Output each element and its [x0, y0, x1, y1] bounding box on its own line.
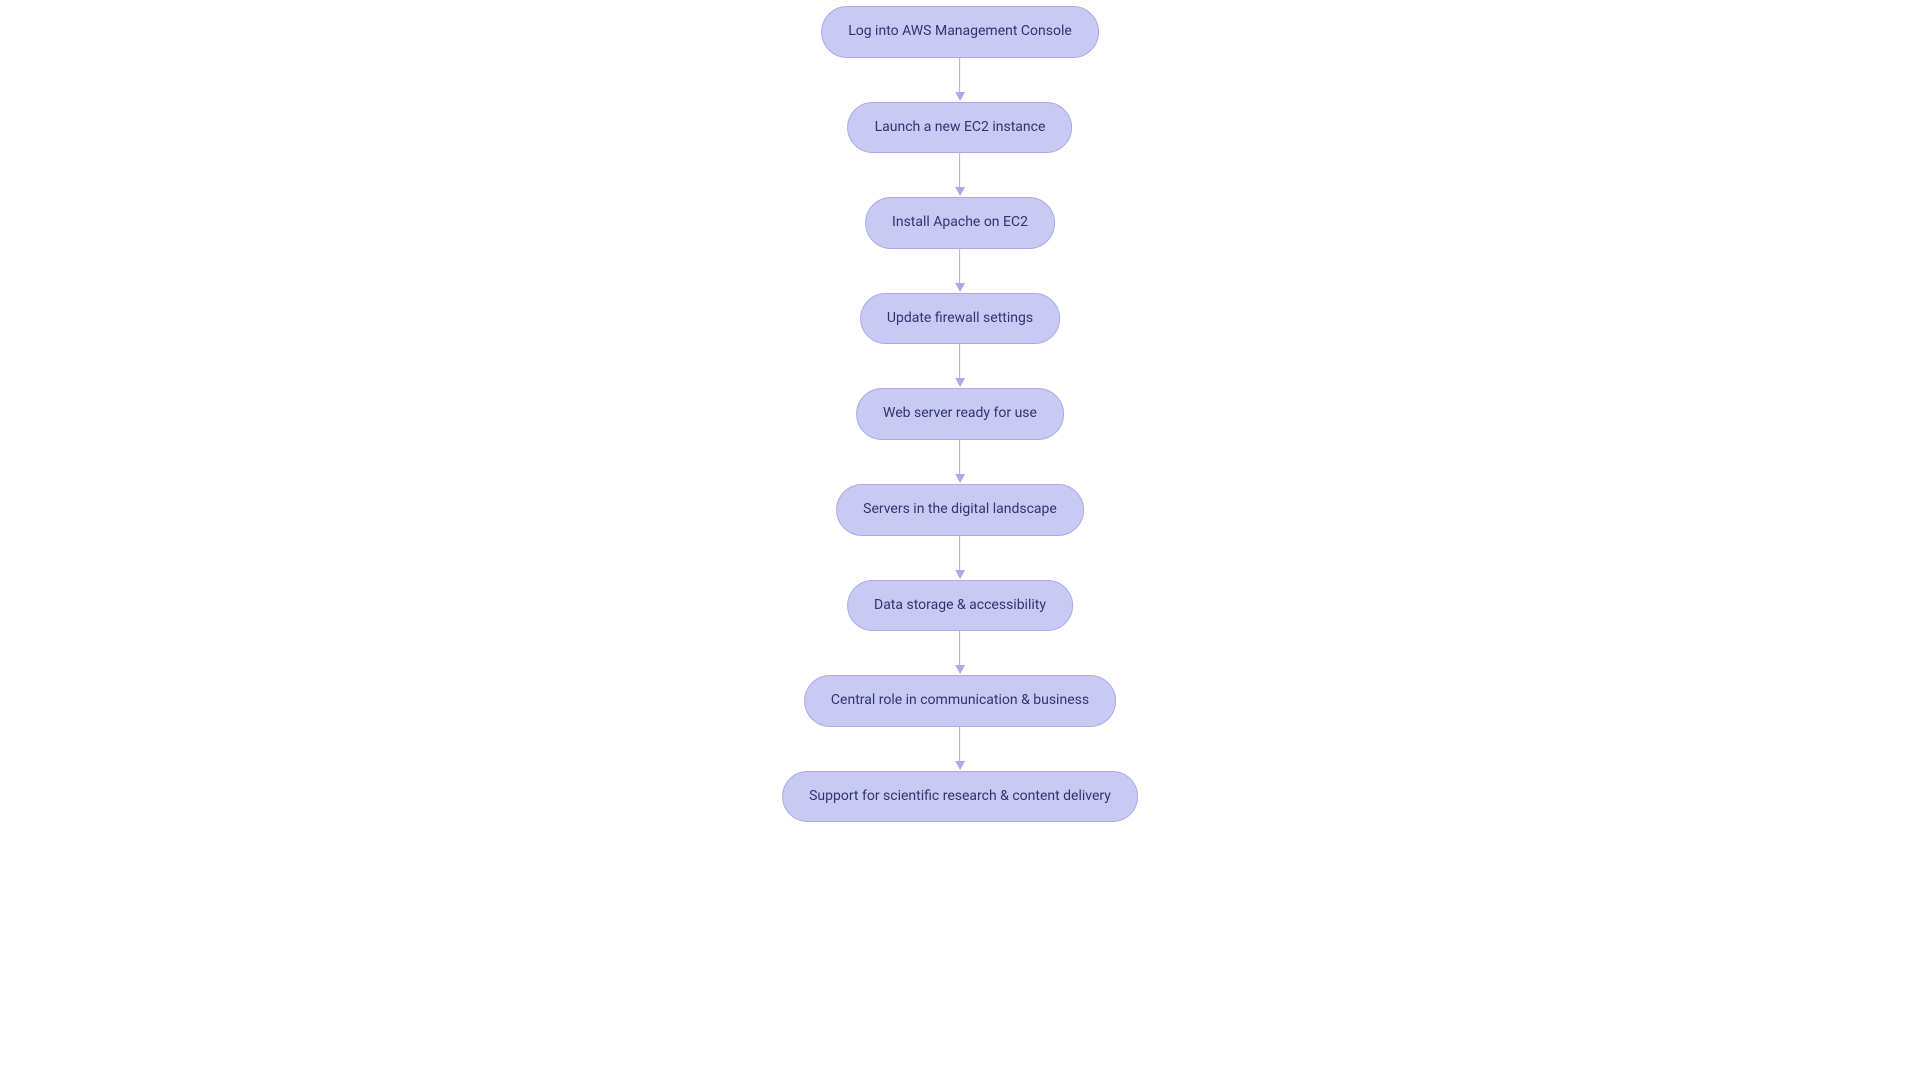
node-support-research: Support for scientific research & conten…: [782, 771, 1138, 823]
node-install-apache: Install Apache on EC2: [865, 197, 1055, 249]
flowchart-container: Log into AWS Management Console Launch a…: [782, 6, 1138, 822]
node-login-aws: Log into AWS Management Console: [821, 6, 1099, 58]
node-web-server-ready: Web server ready for use: [856, 388, 1064, 440]
arrow-icon: [955, 440, 965, 484]
node-servers-digital: Servers in the digital landscape: [836, 484, 1084, 536]
arrow-icon: [955, 153, 965, 197]
node-update-firewall: Update firewall settings: [860, 293, 1060, 345]
arrow-icon: [955, 727, 965, 771]
node-data-storage: Data storage & accessibility: [847, 580, 1073, 632]
arrow-icon: [955, 344, 965, 388]
node-central-role: Central role in communication & business: [804, 675, 1116, 727]
arrow-icon: [955, 249, 965, 293]
arrow-icon: [955, 536, 965, 580]
node-launch-ec2: Launch a new EC2 instance: [848, 102, 1073, 154]
arrow-icon: [955, 631, 965, 675]
arrow-icon: [955, 58, 965, 102]
